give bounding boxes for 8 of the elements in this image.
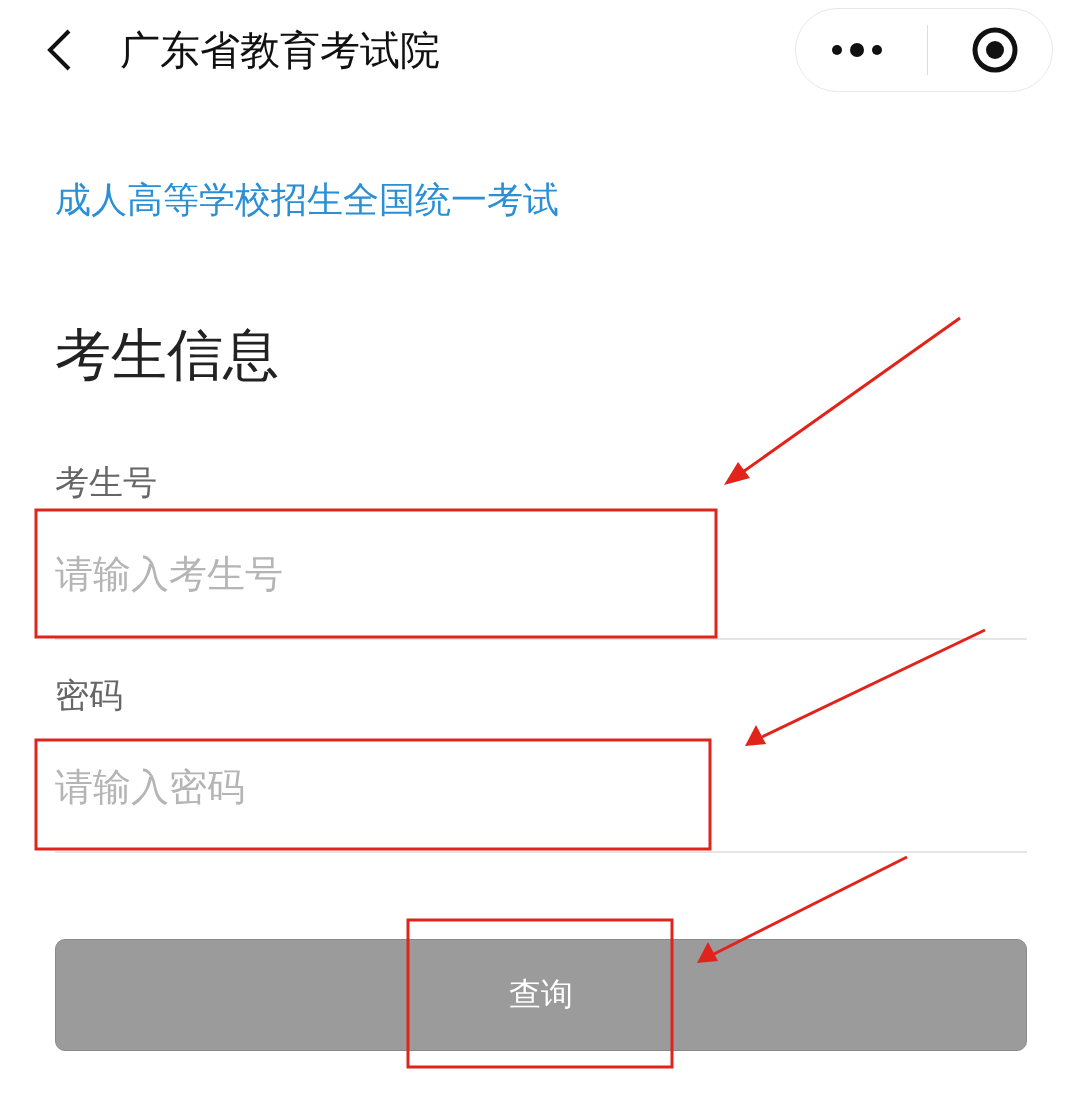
exam-link[interactable]: 成人高等学校招生全国统一考试 bbox=[55, 175, 559, 225]
section-title: 考生信息 bbox=[55, 321, 279, 389]
page-title: 广东省教育考试院 bbox=[120, 25, 440, 75]
input-field[interactable]: 请输入考生号 bbox=[55, 510, 1027, 640]
input-field[interactable]: 请输入密码 bbox=[55, 723, 1027, 853]
back-icon[interactable] bbox=[45, 28, 73, 72]
field-label: 密码 bbox=[55, 674, 123, 717]
field-label: 考生号 bbox=[55, 461, 157, 504]
